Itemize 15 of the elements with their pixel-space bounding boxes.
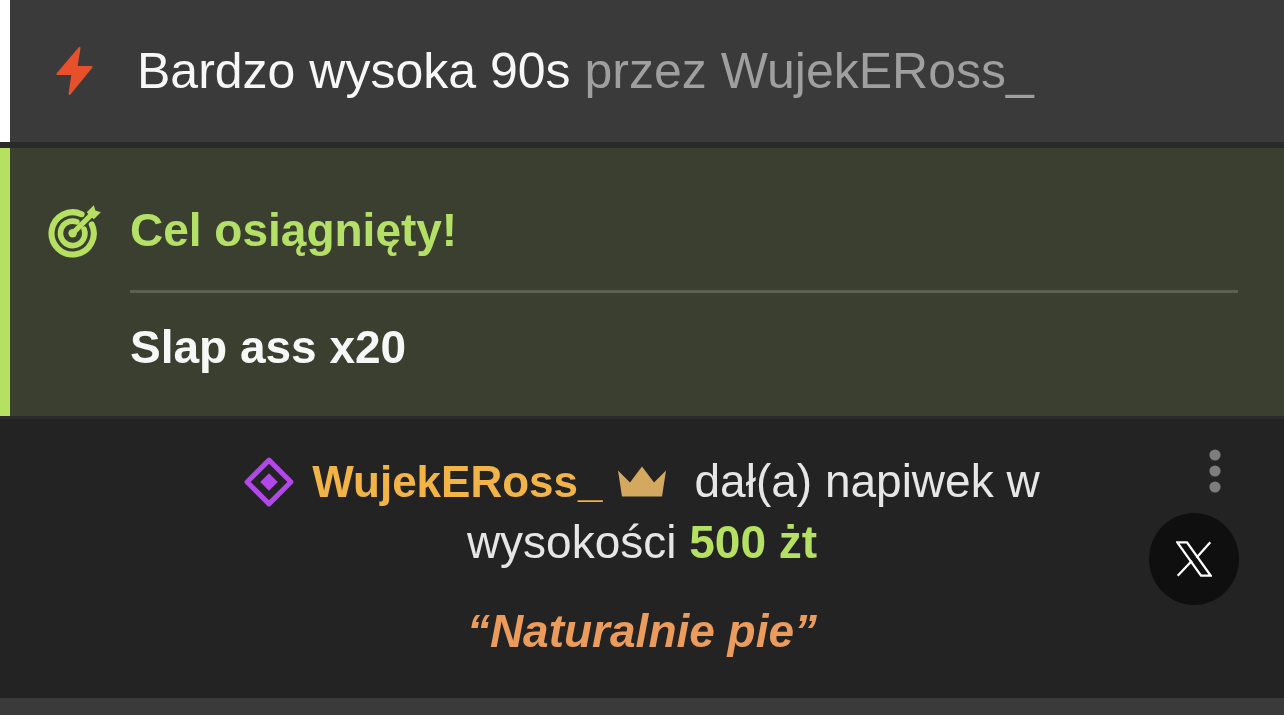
goal-status: Cel osiągnięty!: [130, 203, 458, 258]
crown-icon: [616, 465, 667, 498]
tip-message: wysokości 500 żt: [466, 515, 818, 570]
tip-username: WujekERoss_: [312, 456, 603, 508]
more-icon: [1209, 449, 1221, 493]
target-arrow-icon: [48, 203, 102, 258]
tip-message: dał(a) napiwek w: [694, 454, 1040, 509]
x-logo-icon: [1176, 541, 1212, 577]
header-title: Bardzo wysoka 90s: [137, 42, 571, 101]
more-options-button[interactable]: [1209, 449, 1221, 493]
diamond-icon: [244, 456, 295, 507]
goal-name: Slap ass x20: [130, 320, 407, 375]
tip-quote: “Naturalnie pie”: [466, 604, 818, 659]
header-byline: przez WujekERoss_: [584, 42, 1034, 101]
lightning-bolt-icon: [55, 47, 95, 95]
